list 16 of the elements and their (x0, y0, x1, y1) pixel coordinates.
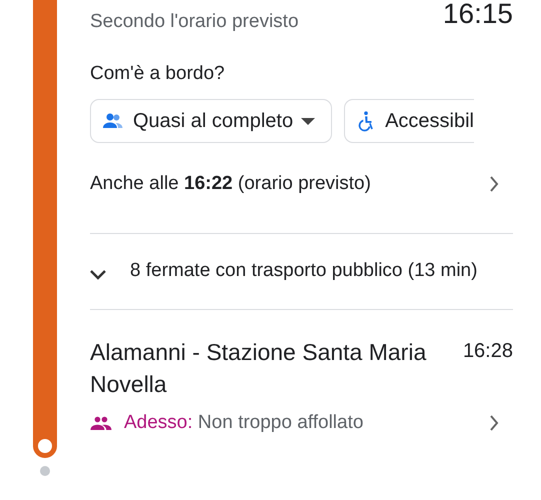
alternative-departure[interactable]: Anche alle 16:22 (orario previsto) (90, 173, 371, 195)
crowd-status: Adesso: Non troppo affollato (124, 412, 364, 434)
schedule-note: Secondo l'orario previsto (90, 11, 299, 33)
departure-time: 16:15 (442, 0, 513, 30)
chevron-right-icon (489, 176, 499, 192)
next-stop-dot (40, 466, 50, 476)
people-icon (90, 416, 112, 430)
arrival-time: 16:28 (462, 340, 513, 363)
chevron-right-icon (489, 415, 499, 431)
stops-toggle[interactable]: 8 fermate con trasporto pubblico (13 min) (90, 234, 513, 309)
occupancy-question: Com'è a bordo? (90, 63, 226, 85)
chevron-icon (90, 270, 106, 280)
occupancy-chip[interactable]: Quasi al completo (90, 99, 332, 143)
stop-name: Alamanni - Stazione Santa Maria Novella (90, 338, 428, 399)
accessibility-chip[interactable]: Accessibil (344, 99, 474, 143)
caret-icon (301, 118, 316, 124)
